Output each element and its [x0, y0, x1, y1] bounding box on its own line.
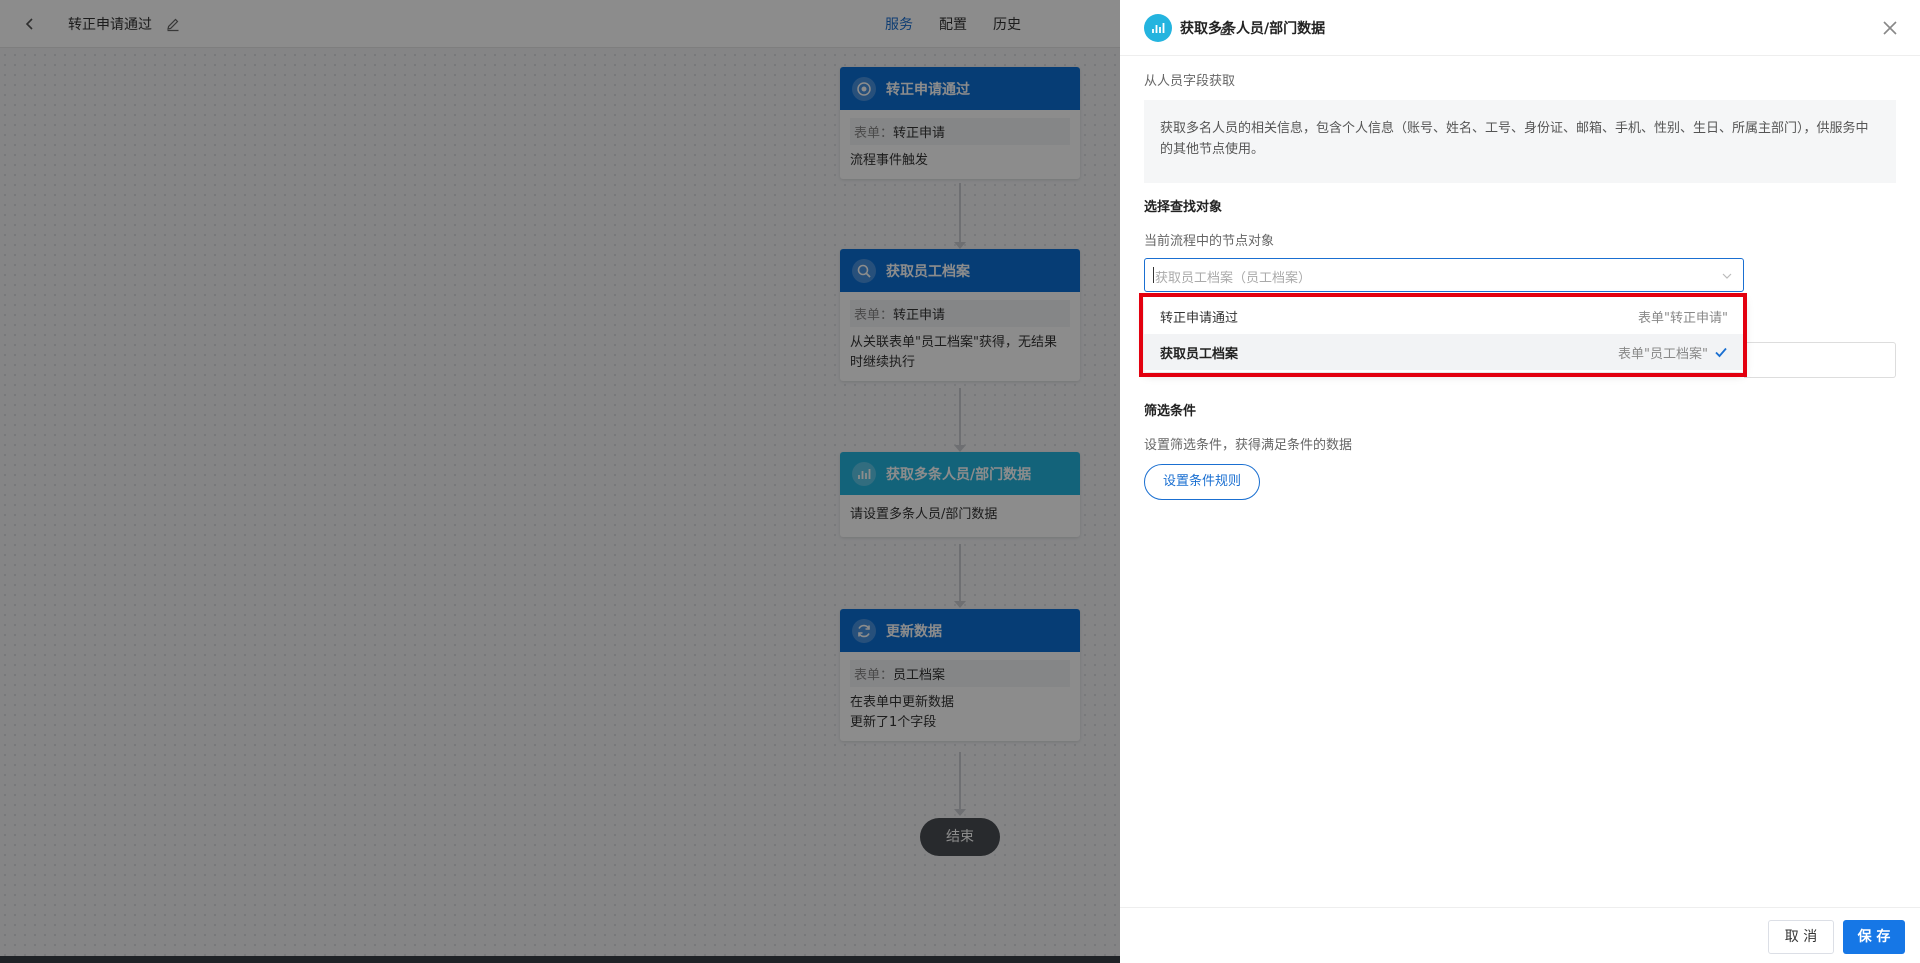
filter-section-title: 筛选条件 [1144, 404, 1197, 419]
annotation-highlight-box [1139, 293, 1747, 377]
node-description-box: 获取多名人员的相关信息，包含个人信息（账号、姓名、工号、身份证、邮箱、手机、性别… [1144, 100, 1896, 183]
filter-hint: 设置筛选条件，获得满足条件的数据 [1144, 438, 1353, 453]
panel-footer: 取 消 保 存 [1120, 907, 1920, 963]
save-button[interactable]: 保 存 [1843, 920, 1905, 954]
target-section-title: 选择查找对象 [1144, 200, 1223, 215]
chevron-down-icon [1722, 273, 1732, 279]
target-object-select[interactable]: 获取员工档案（员工档案） [1144, 258, 1744, 292]
cancel-button[interactable]: 取 消 [1768, 920, 1834, 954]
modal-overlay[interactable] [0, 0, 1120, 963]
set-condition-rule-button[interactable]: 设置条件规则 [1144, 464, 1260, 500]
bar-chart-icon [1144, 14, 1172, 42]
edit-node-title-icon[interactable] [1218, 20, 1234, 36]
source-label: 从人员字段获取 [1144, 74, 1236, 89]
close-icon[interactable] [1878, 16, 1902, 40]
panel-title: 获取多条人员/部门数据 [1180, 21, 1326, 37]
scrollbar-track [0, 956, 1120, 963]
text-caret [1153, 267, 1154, 283]
target-hint: 当前流程中的节点对象 [1144, 234, 1275, 249]
select-placeholder: 获取员工档案（员工档案） [1155, 271, 1312, 286]
panel-header: 获取多条人员/部门数据 [1120, 0, 1920, 56]
field-input[interactable] [1744, 342, 1896, 378]
